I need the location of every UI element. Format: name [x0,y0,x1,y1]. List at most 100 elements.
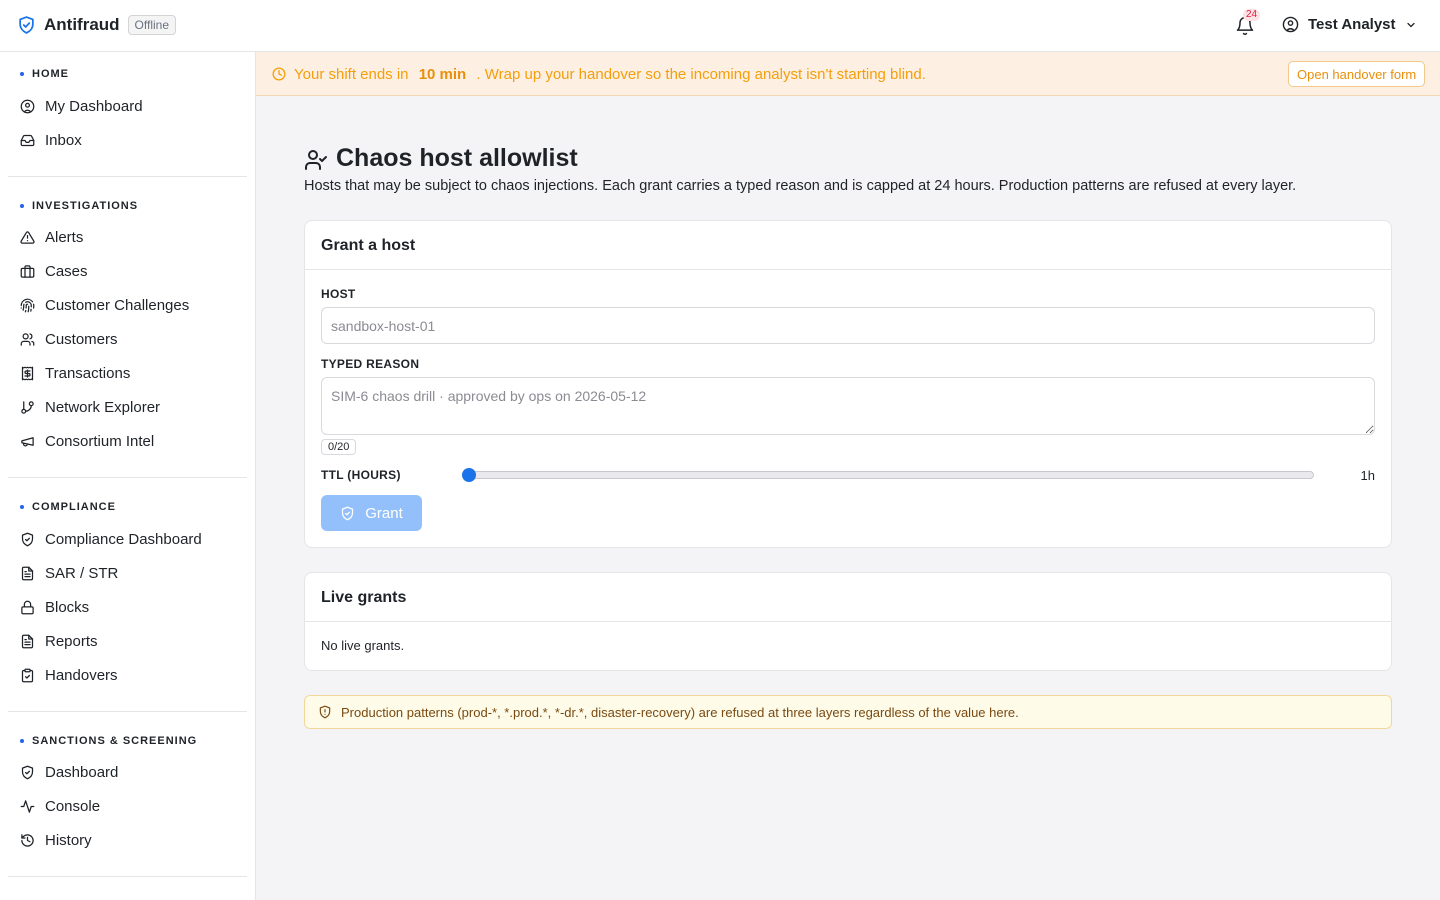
history-icon [21,833,34,847]
section-title: HOME [32,68,69,80]
receipt-dollar-icon [21,366,34,380]
grant-host-card: Grant a host HOST TYPED REASON 0/20 TTL … [304,220,1392,548]
sidebar-item-label: Handovers [45,666,118,684]
char-counter: 0/20 [321,439,357,455]
sidebar-item-label: History [45,831,92,849]
section-title: SANCTIONS & SCREENING [32,735,198,747]
shift-banner-message: Your shift ends in 10 min . Wrap up your… [294,66,926,83]
sidebar-item-label: Dashboard [45,763,119,781]
ttl-slider-track[interactable] [469,471,1314,479]
sidebar-item-handovers[interactable]: Handovers [20,663,118,687]
divider [8,176,247,177]
sidebar-item-inbox[interactable]: Inbox [20,128,82,152]
page-subtitle: Hosts that may be subject to chaos injec… [304,178,1297,194]
banner-suffix: . Wrap up your handover so the incoming … [476,66,926,83]
ttl-slider-thumb[interactable] [462,468,476,482]
sidebar-item-label: Reports [45,632,98,650]
sidebar-item-compliance-dashboard[interactable]: Compliance Dashboard [20,527,202,551]
top-bar: Antifraud Offline 24 Test Analyst [0,0,1440,52]
user-circle-icon [20,99,35,113]
sidebar-item-alerts[interactable]: Alerts [20,225,83,249]
app-name: Antifraud [44,15,120,34]
sidebar-item-network-explorer[interactable]: Network Explorer [20,395,160,419]
file-text-icon [21,566,34,580]
alert-triangle-icon [20,230,35,244]
lock-icon [21,600,34,614]
user-menu[interactable]: Test Analyst [1282,16,1417,33]
divider [8,711,247,712]
brand[interactable]: Antifraud Offline [17,15,177,35]
sidebar-item-label: Customers [45,330,118,348]
sidebar-item-sar-str[interactable]: SAR / STR [20,561,118,585]
grant-button-label: Grant [365,504,403,522]
section-sanctions-screening: SANCTIONS & SCREENING [20,735,197,747]
sidebar-item-label: My Dashboard [45,97,143,115]
ttl-label: TTL (HOURS) [321,468,401,482]
ttl-value: 1h [1360,468,1375,483]
shift-banner: Your shift ends in 10 min . Wrap up your… [256,52,1440,96]
sidebar-item-customer-challenges[interactable]: Customer Challenges [20,293,189,317]
card-title: Grant a host [305,221,1391,270]
section-investigations: INVESTIGATIONS [20,200,138,212]
sidebar-item-reports[interactable]: Reports [20,629,98,653]
production-warning: Production patterns (prod-*, *.prod.*, *… [304,695,1392,729]
section-dot [20,739,24,743]
notification-count-badge: 24 [1243,9,1261,21]
section-dot [20,72,24,76]
live-grants-card: Live grants No live grants. [304,572,1392,671]
shield-check-icon [21,532,34,546]
host-label: HOST [321,287,356,301]
sidebar-item-label: SAR / STR [45,564,119,582]
sidebar-item-transactions[interactable]: Transactions [20,361,130,385]
divider [8,477,247,478]
briefcase-icon [20,264,35,278]
section-title: COMPLIANCE [32,501,116,513]
megaphone-icon [21,436,34,446]
sidebar-item-blocks[interactable]: Blocks [20,595,89,619]
sidebar-item-my-dashboard[interactable]: My Dashboard [20,94,143,118]
open-handover-form-button[interactable]: Open handover form [1288,61,1426,87]
activity-icon [20,799,35,813]
file-text-icon [21,634,34,648]
divider [8,876,247,877]
sidebar-item-label: Cases [45,262,88,280]
shift-remaining-time: 10 min [418,66,467,83]
inbox-icon [20,134,35,146]
user-circle-icon [1282,16,1299,33]
typed-reason-input[interactable] [321,377,1375,435]
users-icon [20,332,35,346]
sidebar-item-label: Transactions [45,364,131,382]
sidebar-item-label: Console [45,797,101,815]
card-title: Live grants [305,573,1391,622]
fingerprint-icon [20,298,35,312]
sidebar-item-cases[interactable]: Cases [20,259,88,283]
page-title: Chaos host allowlist [336,144,578,172]
section-title: INVESTIGATIONS [32,200,139,212]
section-dot [20,204,24,208]
clock-icon [272,67,286,81]
sidebar-item-label: Alerts [45,228,84,246]
sidebar-item-label: Network Explorer [45,398,161,416]
shield-check-icon [342,506,354,520]
chevron-down-icon [1406,22,1415,27]
git-branch-icon [21,400,34,414]
sidebar-item-consortium-intel[interactable]: Consortium Intel [20,429,154,453]
grant-button[interactable]: Grant [321,495,422,531]
sidebar-item-console[interactable]: Console [20,794,100,818]
sidebar-item-customers[interactable]: Customers [20,327,118,351]
section-home: HOME [20,68,69,80]
typed-reason-label: TYPED REASON [321,357,420,371]
sidebar-item-history[interactable]: History [20,828,92,852]
host-input[interactable] [321,307,1375,344]
sidebar-item-label: Blocks [45,598,90,616]
status-badge: Offline [127,15,177,35]
shield-check-icon [19,16,34,34]
user-check-icon [305,150,327,170]
shield-alert-icon [319,705,331,719]
sidebar-item-label: Customer Challenges [45,296,190,314]
warning-text: Production patterns (prod-*, *.prod.*, *… [341,705,1019,720]
section-compliance: COMPLIANCE [20,501,116,513]
sidebar-item-label: Compliance Dashboard [45,530,202,548]
sidebar-item-sanctions-dashboard[interactable]: Dashboard [20,760,118,784]
section-dot [20,505,24,509]
